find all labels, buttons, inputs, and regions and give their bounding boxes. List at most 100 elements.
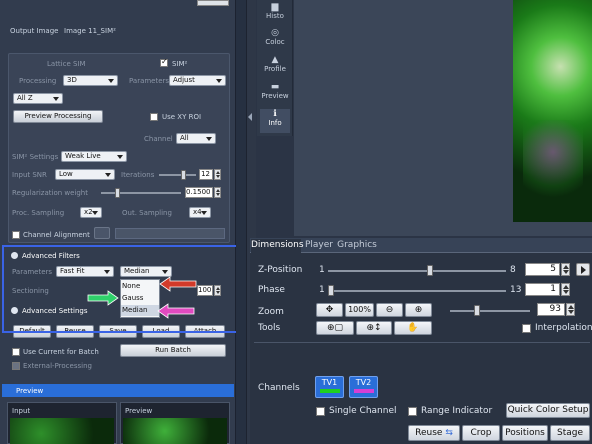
collapse-icon[interactable] [11, 252, 18, 259]
preview-thumbnail [123, 418, 227, 444]
z-position-input[interactable]: 5 [525, 263, 560, 276]
microscopy-image[interactable] [513, 0, 592, 222]
phase-slider-thumb[interactable] [328, 285, 334, 296]
preview-processing-button[interactable]: Preview Processing [13, 110, 103, 123]
expand-icon[interactable] [11, 307, 18, 314]
image-cell-detail [523, 120, 583, 200]
footer-positions-button[interactable]: Positions [502, 425, 548, 441]
iterations-slider-thumb[interactable] [181, 170, 186, 180]
info-label: Info [268, 119, 282, 127]
regularization-input[interactable]: 0.1500 [185, 187, 213, 198]
external-processing-checkbox[interactable] [12, 362, 20, 370]
filter-option-gauss[interactable]: Gauss [122, 294, 143, 302]
preview-section-label: Preview [16, 387, 44, 395]
move-icon: ✥ [325, 305, 334, 315]
iterations-spinner[interactable] [214, 169, 221, 180]
splitter-arrow-icon[interactable] [248, 113, 252, 121]
channel-select[interactable]: All [176, 133, 216, 144]
channel-label: Channel [144, 135, 173, 143]
input-tab[interactable]: Input [12, 407, 30, 415]
filter-option-median[interactable]: Median [122, 306, 147, 314]
zoom-input[interactable]: 93 [537, 303, 565, 316]
input-snr-label: Input SNR [12, 171, 47, 179]
af-parameters-select[interactable]: Fast Fit [56, 266, 114, 277]
play-icon [581, 266, 586, 274]
regularization-slider-track[interactable] [101, 192, 181, 194]
preview-tab[interactable]: Preview [125, 407, 152, 415]
select-tool-button[interactable]: ⊕▢ [316, 321, 354, 335]
zoom-slider-thumb[interactable] [474, 305, 480, 316]
phase-input[interactable]: 1 [525, 283, 560, 296]
z-range-select[interactable]: All Z [13, 93, 63, 104]
channel-alignment-checkbox[interactable] [12, 231, 20, 239]
pink-arrow [157, 303, 195, 319]
lattice-sim-label: Lattice SIM [47, 60, 86, 68]
sectioning-input[interactable]: 100 [197, 285, 213, 296]
pan-tool-button[interactable]: ✋ [394, 321, 432, 335]
tab-graphics[interactable]: Graphics [337, 239, 377, 253]
single-channel-label: Single Channel [329, 406, 397, 416]
info-tool[interactable]: ℹ Info [260, 109, 290, 133]
advanced-filters-label[interactable]: Advanced Filters [22, 252, 80, 260]
footer-crop-button[interactable]: Crop [462, 425, 500, 441]
coloc-tool[interactable]: ◎ Coloc [260, 28, 290, 52]
z-position-slider-thumb[interactable] [427, 265, 433, 276]
fit-zoom-button[interactable]: ✥ [316, 303, 343, 317]
regularization-slider-thumb[interactable] [115, 188, 120, 198]
zoom-in-button[interactable]: ⊕ [405, 303, 432, 317]
run-batch-button[interactable]: Run Batch [120, 344, 226, 357]
tab-player[interactable]: Player [303, 239, 335, 253]
channel-tv1-button[interactable]: TV1 [315, 376, 344, 398]
proc-sampling-select[interactable]: x2 [80, 207, 102, 218]
filter-option-none[interactable]: None [122, 282, 140, 290]
z-position-spinner[interactable] [561, 263, 570, 276]
input-snr-select[interactable]: Low [55, 169, 115, 180]
phase-slider-track[interactable] [328, 290, 506, 292]
processing-select[interactable]: 3D [63, 75, 118, 86]
play-button[interactable] [576, 263, 590, 276]
parameters-select[interactable]: Adjust [169, 75, 226, 86]
zoom-spinner[interactable] [566, 303, 575, 316]
channel-tv2-button[interactable]: TV2 [349, 376, 378, 398]
range-indicator-checkbox[interactable] [408, 407, 417, 416]
reuse-icon: ⇆ [445, 428, 453, 438]
sectioning-spinner[interactable] [214, 285, 221, 296]
channel-alignment-path-field[interactable] [115, 228, 225, 239]
zoom-out-button[interactable]: ⊖ [376, 303, 403, 317]
use-current-batch-checkbox[interactable] [12, 348, 20, 356]
top-dropdown-stub[interactable] [197, 0, 229, 6]
zoom-100-button[interactable]: 100% [345, 303, 374, 317]
profile-tool[interactable]: ▲ Profile [260, 55, 290, 79]
left-scrollbar[interactable] [236, 0, 246, 444]
zoom-label: Zoom [258, 307, 284, 317]
zoom-slider-track[interactable] [450, 310, 530, 312]
channel-tv2-label: TV2 [355, 378, 372, 387]
iterations-input[interactable]: 12 [199, 169, 213, 180]
out-sampling-select[interactable]: x4 [189, 207, 211, 218]
histo-tool[interactable]: ▆ Histo [260, 2, 290, 26]
z-position-label: Z-Position [258, 265, 303, 275]
channels-label: Channels [258, 383, 300, 393]
use-xy-roi-checkbox[interactable] [150, 113, 158, 121]
z-position-slider-track[interactable] [328, 270, 506, 272]
output-image-value: Image 11_SIM² [64, 27, 116, 35]
zoom-tool-button[interactable]: ⊕↕ [356, 321, 392, 335]
single-channel-checkbox[interactable] [316, 407, 325, 416]
footer-reuse-label: Reuse [415, 428, 443, 438]
advanced-settings-label[interactable]: Advanced Settings [22, 307, 88, 315]
footer-stage-button[interactable]: Stage [550, 425, 590, 441]
channel-alignment-folder-button[interactable] [94, 227, 110, 239]
interpolation-checkbox[interactable] [522, 324, 531, 333]
preview-tool[interactable]: ▬ Preview [260, 82, 290, 106]
quick-color-setup-button[interactable]: Quick Color Setup [506, 403, 590, 418]
regularization-spinner[interactable] [214, 187, 221, 198]
phase-spinner[interactable] [561, 283, 570, 296]
iterations-slider-track[interactable] [159, 174, 196, 176]
sim2-settings-select[interactable]: Weak Live [61, 151, 127, 162]
phase-min-label: 1 [319, 285, 325, 295]
z-max-label: 8 [510, 265, 516, 275]
tab-dimensions[interactable]: Dimensions [251, 239, 304, 253]
proc-sampling-label: Proc. Sampling [12, 209, 65, 217]
footer-reuse-button[interactable]: Reuse ⇆ [408, 425, 460, 441]
sim2-checkbox[interactable] [160, 57, 168, 67]
